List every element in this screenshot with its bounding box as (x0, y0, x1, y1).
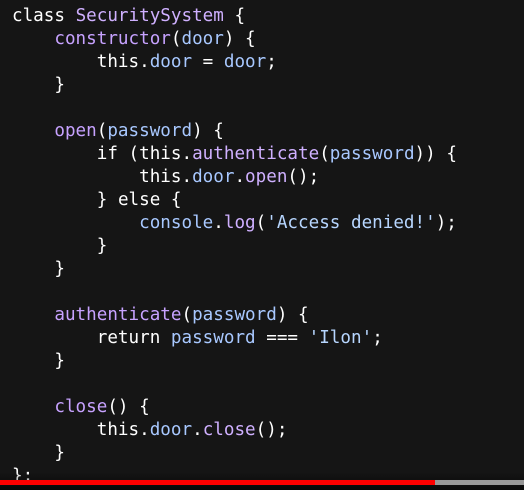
code-token: SecuritySystem (75, 6, 224, 26)
code-token: ) { (276, 305, 309, 325)
code-token: } (12, 236, 108, 256)
code-token: else (117, 190, 161, 210)
code-line: } (12, 350, 457, 373)
code-line: this.door.open(); (12, 166, 457, 189)
buffered-bar (434, 480, 524, 485)
code-token: close (54, 397, 108, 417)
code-line: class SecuritySystem { (12, 5, 457, 28)
code-token: ; (372, 328, 383, 348)
code-token: this (139, 167, 182, 187)
code-token: } (12, 75, 65, 95)
code-token: ; (266, 52, 277, 72)
code-token: ( (170, 29, 182, 49)
code-line: this.door.close(); (12, 419, 457, 442)
code-token: this (96, 52, 140, 72)
code-token: password (192, 305, 277, 325)
code-token: console (139, 213, 214, 233)
code-token: () { (107, 397, 150, 417)
code-token: (); (287, 167, 320, 187)
code-token: ( (255, 213, 267, 233)
code-token: } (12, 259, 65, 279)
code-token: = (192, 52, 224, 72)
code-token: this (96, 420, 140, 440)
code-line: } else { (12, 189, 457, 212)
code-token: this (139, 144, 182, 164)
code-token: 'Access denied!' (266, 213, 436, 233)
video-progress-bar[interactable] (0, 480, 524, 485)
code-token: { (160, 190, 182, 210)
code-token: . (139, 420, 150, 440)
code-line: if (this.authenticate(password)) { (12, 143, 457, 166)
code-token: return (96, 328, 161, 348)
code-token: password (329, 144, 415, 164)
code-token: log (223, 213, 256, 233)
code-token: . (234, 167, 246, 187)
code-token: open (245, 167, 288, 187)
code-line: close() { (12, 396, 457, 419)
code-token: . (192, 420, 203, 440)
code-token: (); (255, 420, 288, 440)
code-line: this.door = door; (12, 51, 457, 74)
code-line: console.log('Access denied!'); (12, 212, 457, 235)
code-token: ); (435, 213, 457, 233)
code-line: } (12, 74, 457, 97)
code-token: . (213, 213, 224, 233)
code-token: . (139, 52, 150, 72)
code-line: } (12, 258, 457, 281)
code-token: } (12, 351, 65, 371)
code-token: open (54, 121, 97, 141)
code-token: 'Ilon' (308, 328, 373, 348)
code-line: } (12, 235, 457, 258)
code-token: } (12, 190, 118, 210)
code-token: door (181, 29, 224, 49)
code-block: class SecuritySystem { constructor(door)… (12, 5, 457, 488)
code-token: . (181, 167, 193, 187)
video-frame[interactable]: class SecuritySystem { constructor(door)… (0, 0, 524, 490)
code-token: close (202, 420, 256, 440)
code-token: if (96, 144, 118, 164)
code-line: } (12, 442, 457, 465)
code-token: ) { (192, 121, 224, 141)
code-token: door (149, 420, 193, 440)
code-token: door (192, 167, 235, 187)
code-token: password (170, 328, 256, 348)
code-token: ( (319, 144, 330, 164)
code-token: . (181, 144, 193, 164)
code-token: === (255, 328, 309, 348)
code-token: ( (181, 305, 193, 325)
code-token: } (12, 443, 65, 463)
code-token: password (107, 121, 193, 141)
code-token: authenticate (54, 305, 182, 325)
code-line: constructor(door) { (12, 28, 457, 51)
code-token: ) { (223, 29, 256, 49)
code-line: authenticate(password) { (12, 304, 457, 327)
code-token: authenticate (192, 144, 320, 164)
code-token: class (12, 6, 76, 26)
code-token: ( (117, 144, 140, 164)
played-bar (0, 480, 435, 485)
code-token: constructor (54, 29, 171, 49)
code-token: door (223, 52, 267, 72)
code-token: door (149, 52, 193, 72)
code-line: open(password) { (12, 120, 457, 143)
code-token: ( (96, 121, 108, 141)
code-token: )) { (414, 144, 457, 164)
code-token: { (223, 6, 246, 26)
code-line: return password === 'Ilon'; (12, 327, 457, 350)
